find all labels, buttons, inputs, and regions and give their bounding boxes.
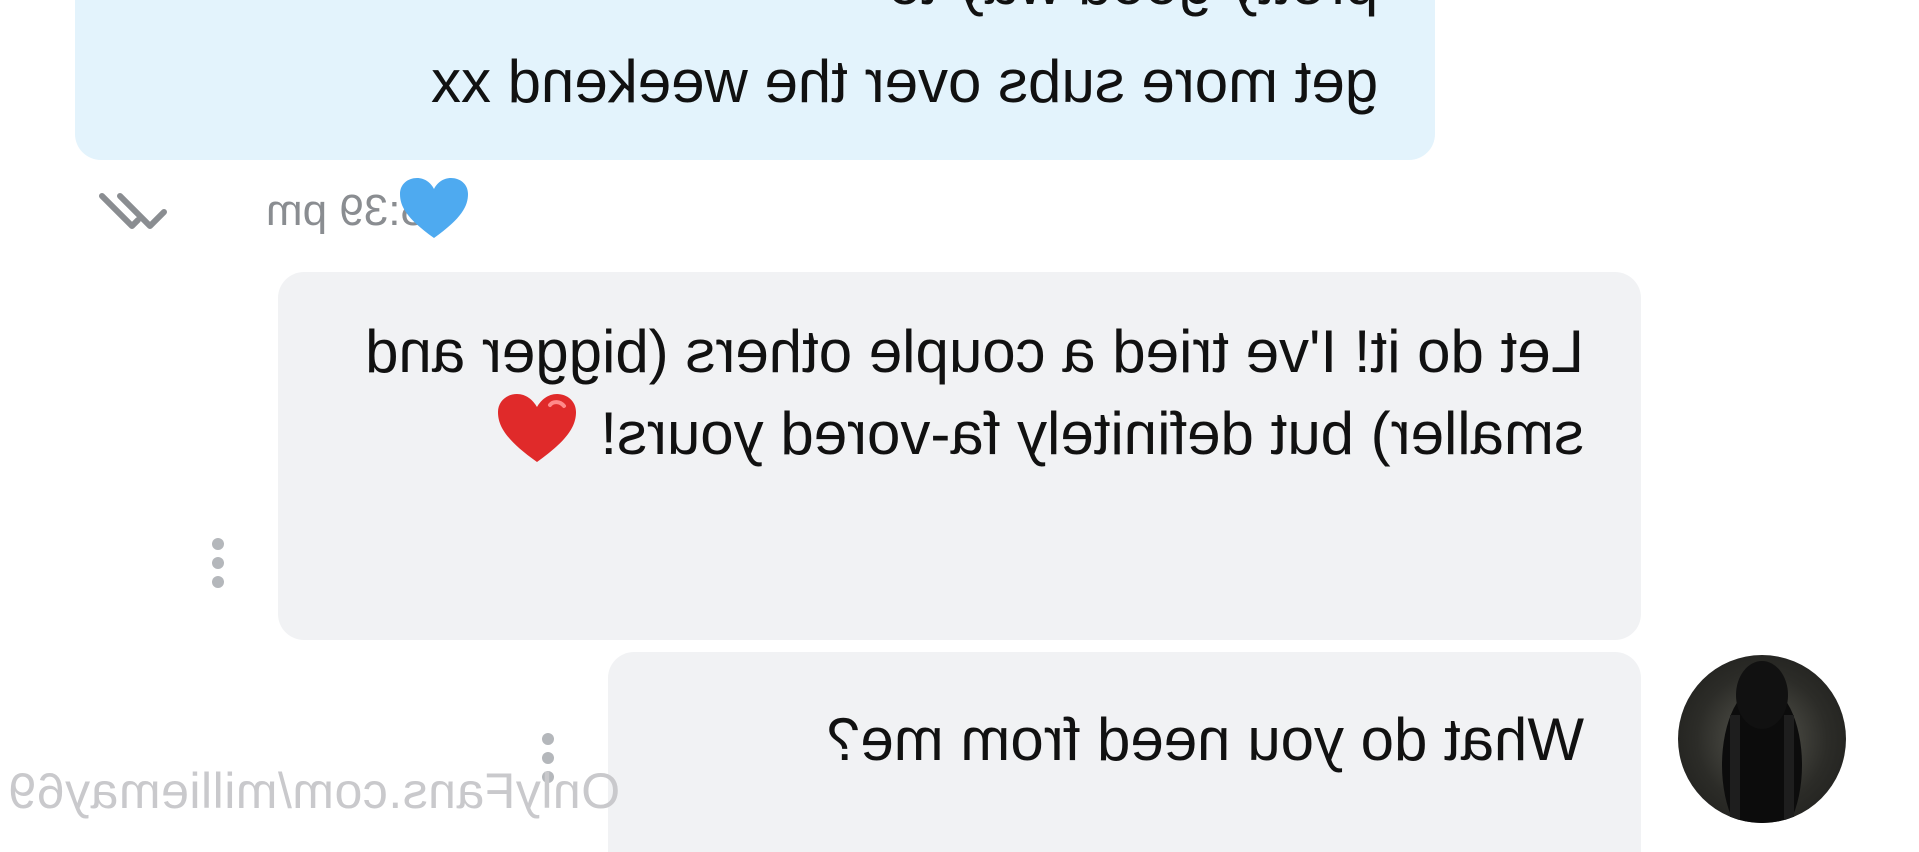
message-meta-row: 5:39 pm (86, 172, 496, 248)
avatar[interactable] (1678, 655, 1846, 823)
outgoing-message-line-last: get more subs over the weekend xx (430, 48, 1378, 115)
outgoing-message-line-partial: pretty good way to (888, 0, 1378, 24)
more-vertical-icon[interactable] (210, 538, 226, 595)
red-heart-emoji-icon (497, 394, 576, 462)
incoming-message-text: What do you need from me? (826, 706, 1584, 773)
incoming-message-bubble[interactable]: What do you need from me? (608, 652, 1641, 852)
outgoing-message-bubble[interactable]: pretty good way to get more subs over th… (75, 0, 1435, 160)
double-check-icon (99, 193, 167, 229)
watermark: OnlyFans.com/milliemay69 (8, 763, 621, 819)
incoming-message-bubble[interactable]: Let do it! I've tried a couple others (b… (278, 272, 1641, 640)
avatar-image (1722, 661, 1802, 823)
heart-icon[interactable] (398, 176, 470, 242)
incoming-message-text: Let do it! I've tried a couple others (b… (365, 318, 1584, 467)
